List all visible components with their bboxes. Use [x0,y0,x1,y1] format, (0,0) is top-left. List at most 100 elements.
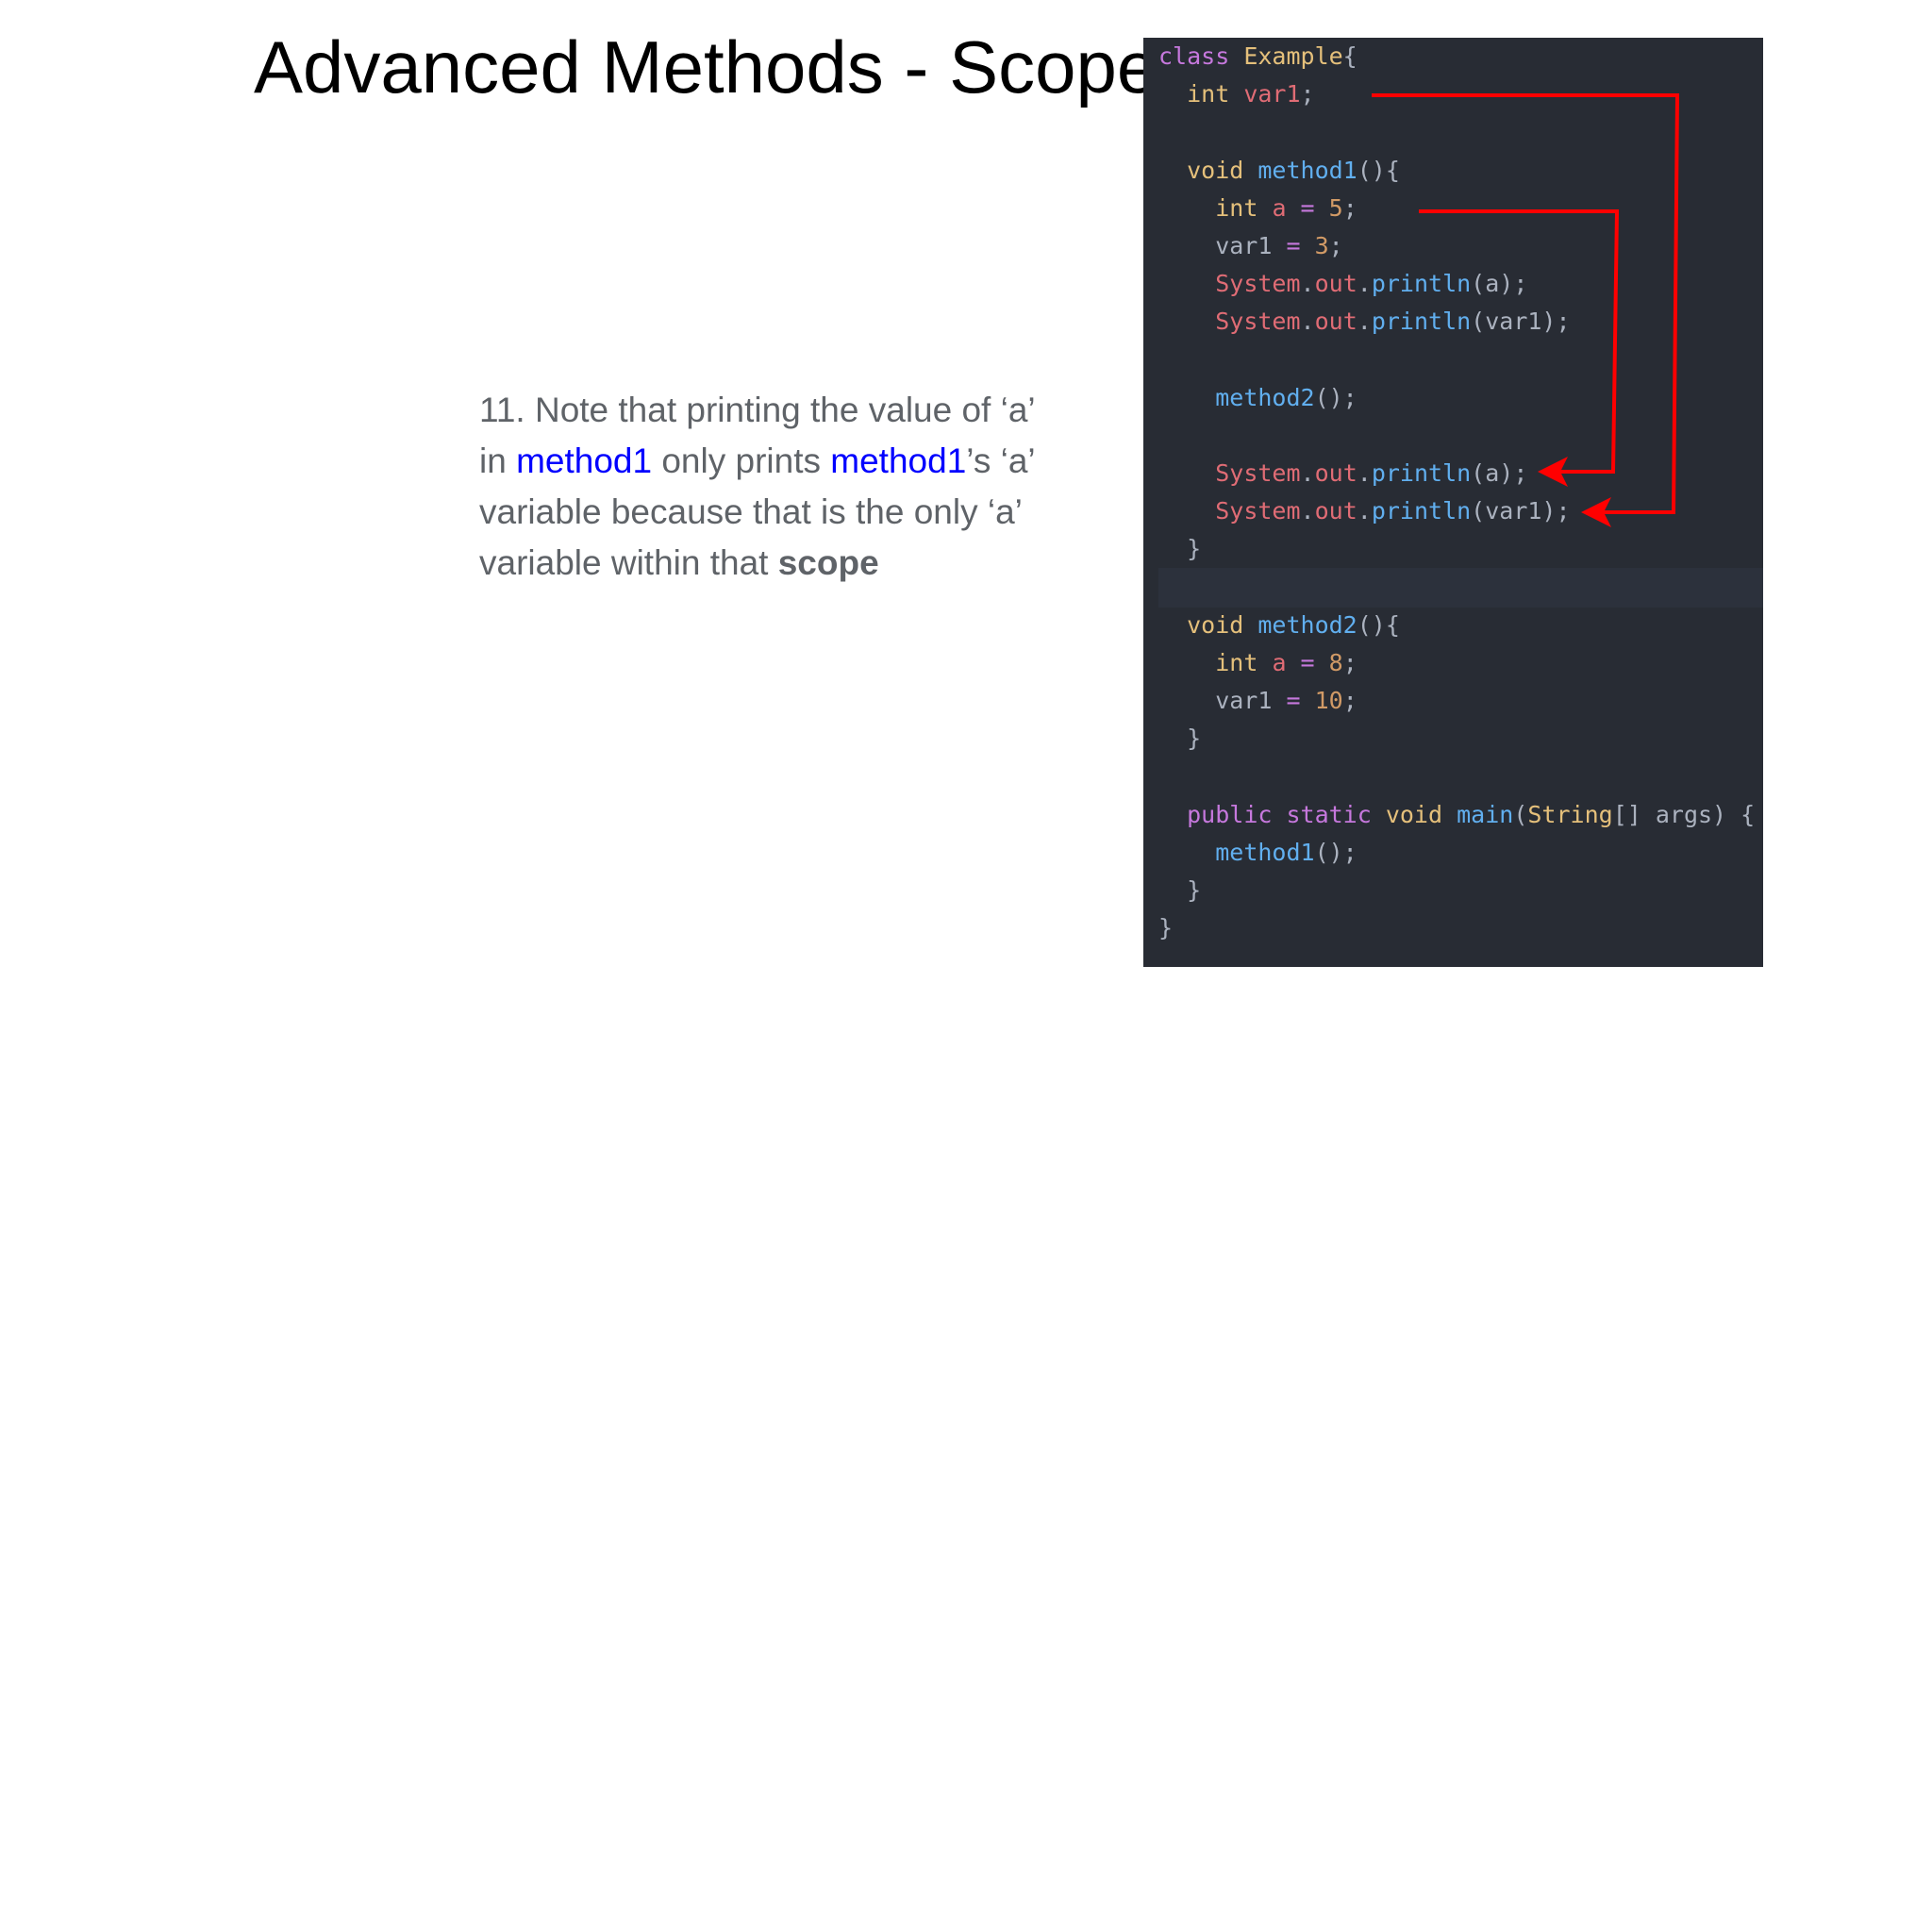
code-line: System.out.println(var1); [1158,492,1755,530]
code-variable: System [1215,270,1301,298]
code-text: (); [1314,383,1357,411]
code-variable: a [1272,193,1301,222]
code-line: } [1158,720,1755,758]
code-line: } [1158,872,1755,909]
code-text: var1 [1158,231,1287,259]
code-block: class Example{ int var1; void method1(){… [1158,38,1755,948]
code-line: public static void main(String[] args) { [1158,796,1755,834]
code-line: System.out.println(a); [1158,455,1755,492]
code-keyword: = [1286,687,1315,715]
code-type: void [1385,800,1457,828]
code-text: (); [1314,838,1357,866]
code-variable: System [1215,497,1301,525]
note-part-2: only prints [652,441,831,480]
code-line: int var1; [1158,75,1755,113]
code-keyword: = [1300,193,1329,222]
code-line: var1 = 10; [1158,682,1755,720]
scope-term: scope [777,543,879,582]
code-text: var1 [1158,687,1287,715]
method1-reference: method1 [516,441,653,480]
code-text: } [1158,876,1202,905]
code-line: } [1158,530,1755,568]
code-variable: out [1314,308,1357,336]
code-text: . [1357,497,1372,525]
code-variable: System [1215,459,1301,488]
code-type: int [1215,649,1273,676]
method1-reference-2: method1 [830,441,967,480]
code-type: String [1527,800,1613,828]
code-text: { [1342,42,1357,70]
code-keyword: = [1286,231,1315,259]
code-keyword: public static [1187,800,1386,828]
code-keyword: = [1300,649,1329,676]
code-number: 3 [1314,231,1329,259]
code-text: (){ [1357,156,1400,184]
code-text: ; [1328,231,1343,259]
code-text: . [1357,308,1372,336]
code-variable: System [1215,308,1301,336]
code-line: } [1158,909,1755,947]
code-type: int [1215,193,1273,222]
code-variable: out [1314,459,1357,488]
code-variable: out [1314,270,1357,298]
code-function: method2 [1257,610,1357,639]
code-line: method2(); [1158,379,1755,417]
code-function: println [1371,270,1472,298]
code-function: method1 [1215,838,1315,866]
code-text: . [1300,459,1315,488]
code-line: var1 = 3; [1158,227,1755,265]
code-variable: a [1272,649,1301,676]
code-type: void [1187,156,1258,184]
code-text: [] args) { [1612,800,1756,828]
code-text: . [1357,270,1372,298]
code-line: int a = 5; [1158,190,1755,227]
code-text: . [1357,459,1372,488]
code-line: class Example{ [1158,38,1755,75]
code-function: method2 [1215,383,1315,411]
code-text: ; [1342,193,1357,222]
code-function: println [1371,459,1472,488]
code-variable: var1 [1243,80,1301,108]
code-line: int a = 8; [1158,644,1755,682]
code-text: (a); [1471,459,1528,488]
code-line: void method1(){ [1158,152,1755,190]
code-text: . [1300,308,1315,336]
code-panel: class Example{ int var1; void method1(){… [1143,38,1763,967]
code-text: ; [1342,687,1357,715]
code-text: . [1300,497,1315,525]
note-text: 11. Note that printing the value of ‘a’ … [479,385,1064,589]
code-text: (){ [1357,610,1400,639]
code-text: (var1); [1471,308,1571,336]
slide-title: Advanced Methods - Scope [254,25,1158,108]
code-text: . [1300,270,1315,298]
code-text: (a); [1471,270,1528,298]
code-variable: out [1314,497,1357,525]
code-number: 5 [1328,193,1343,222]
code-line: System.out.println(var1); [1158,303,1755,341]
code-text: } [1158,724,1202,753]
code-line: System.out.println(a); [1158,265,1755,303]
code-function: println [1371,308,1472,336]
code-text: ; [1300,80,1315,108]
code-function: println [1371,497,1472,525]
code-keyword: class [1158,42,1244,70]
code-line: method1(); [1158,834,1755,872]
code-line: void method2(){ [1158,607,1755,644]
code-number: 10 [1314,687,1343,715]
code-function: method1 [1257,156,1357,184]
